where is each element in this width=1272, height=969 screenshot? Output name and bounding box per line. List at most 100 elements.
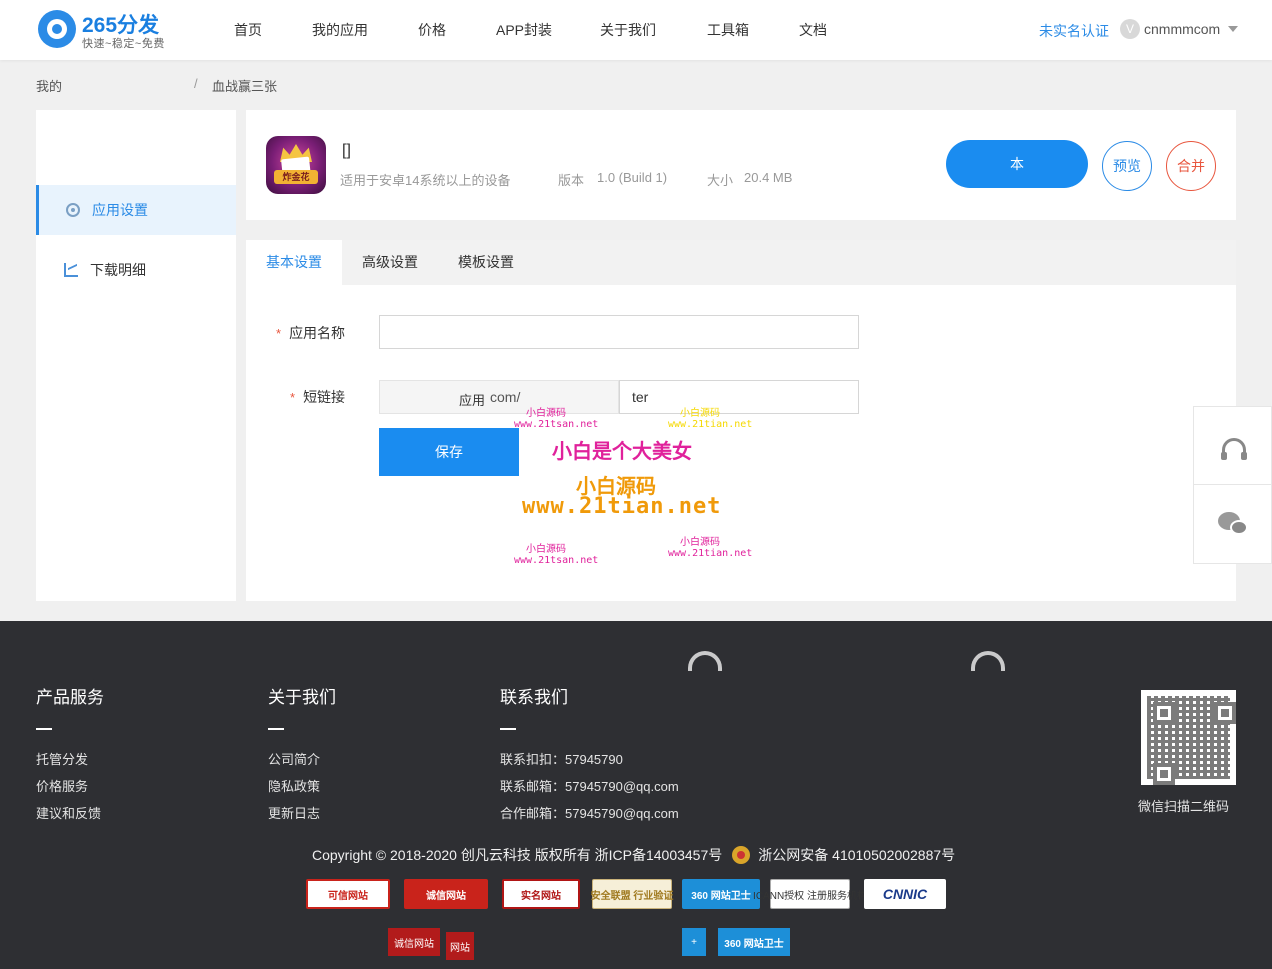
footer-link[interactable]: 价格服务 (36, 773, 104, 800)
footer-divider (268, 728, 284, 730)
verified-badge-icon: V (1120, 19, 1140, 39)
breadcrumb-current: 血战赢三张 (212, 79, 278, 94)
tab-advanced-settings[interactable]: 高级设置 (342, 240, 438, 285)
watermark-text: 小白源码 (526, 544, 566, 555)
shield-icon: + (682, 928, 706, 956)
tab-template-settings[interactable]: 模板设置 (438, 240, 534, 285)
footer-column-products: 产品服务 托管分发 价格服务 建议和反馈 (36, 683, 104, 827)
footer-link[interactable]: 公司简介 (268, 746, 336, 773)
decorative-arc-icon (971, 651, 1005, 671)
size-label: 大小 (707, 173, 734, 188)
nav-pricing[interactable]: 价格 (418, 20, 446, 40)
app-info-card: 炸金花 [] 适用于安卓14系统以上的设备 版本 1.0 (Build 1) 大… (246, 110, 1236, 220)
short-link-input[interactable]: ter (619, 380, 859, 414)
headset-icon (1220, 437, 1247, 460)
copyright-line: Copyright © 2018-2020 创凡云科技 版权所有 浙ICP备14… (312, 845, 955, 865)
settings-panel: 基本设置 高级设置 模板设置 * 应用名称 * 短链接 com/ ter 保存 小白… (246, 240, 1236, 601)
app-icon-label: 炸金花 (274, 170, 318, 184)
sidebar-item-downloads[interactable]: 下载明细 (36, 245, 236, 295)
app-name-input[interactable] (379, 315, 859, 349)
watermark-text: www.21tsan.net (514, 555, 599, 566)
cnnic-badge[interactable]: CNNIC (864, 879, 946, 909)
sidebar: 应用设置 下载明细 (36, 110, 236, 601)
footer-contact-qq: 联系扣扣：57945790 (500, 752, 623, 767)
nav-home[interactable]: 首页 (234, 20, 262, 40)
required-mark: * (276, 326, 282, 341)
logo-mark-icon (38, 10, 76, 48)
360-guard-badge-small[interactable]: 360 网站卫士 (718, 928, 790, 956)
gear-icon (66, 203, 80, 217)
icann-badge[interactable]: ICANN授权 注册服务机构 (753, 879, 867, 909)
footer-link[interactable]: 建议和反馈 (36, 800, 104, 827)
credit-site-badge[interactable]: 诚信网站 (404, 879, 488, 909)
site-badge-small[interactable]: 网站 (446, 932, 474, 960)
short-link-label: * 短链接 (290, 389, 346, 405)
watermark-text: www.21tian.net (668, 419, 753, 430)
settings-tabs: 基本设置 高级设置 模板设置 (246, 240, 1236, 285)
trusted-site-badge[interactable]: 可信网站 (306, 879, 390, 909)
version-label: 版本 (558, 173, 585, 188)
required-mark: * (290, 390, 296, 405)
save-button[interactable]: 保存 (379, 428, 519, 476)
police-record-text[interactable]: 浙公网安备 41010502002887号 (758, 845, 955, 865)
security-alliance-badge[interactable]: 安全联盟 行业验证 (591, 879, 673, 909)
footer-column-title: 关于我们 (268, 688, 336, 707)
police-emblem-icon (732, 846, 751, 864)
app-description: 适用于安卓14系统以上的设备 (340, 173, 511, 188)
credit-site-badge-small[interactable]: 诚信网站 (388, 928, 440, 956)
nav-about[interactable]: 关于我们 (600, 20, 656, 40)
short-link-prefix: com/ (379, 380, 619, 414)
watermark-text: www.21tsan.net (514, 419, 599, 430)
update-version-button[interactable]: 本 (946, 140, 1088, 188)
version-value: 1.0 (Build 1) (597, 170, 668, 185)
top-header: 265分发 快速~稳定~免费 首页 我的应用 价格 APP封装 关于我们 工具箱… (0, 0, 1272, 60)
site-logo[interactable]: 265分发 快速~稳定~免费 (38, 8, 178, 52)
footer-divider (500, 728, 516, 730)
nav-toolbox[interactable]: 工具箱 (707, 20, 749, 40)
360-guard-badge[interactable]: 360 网站卫士 (682, 879, 760, 909)
user-menu[interactable]: V cnmmmcom (1120, 19, 1239, 39)
sidebar-item-app-settings[interactable]: 应用设置 (36, 185, 236, 235)
preview-button[interactable]: 预览 (1102, 141, 1152, 191)
footer-link[interactable]: 托管分发 (36, 746, 104, 773)
floating-toolbar (1193, 406, 1272, 564)
tab-basic-settings[interactable]: 基本设置 (246, 240, 342, 285)
breadcrumb-root[interactable]: 我的 (36, 76, 62, 95)
sidebar-item-label: 应用设置 (92, 202, 148, 218)
footer-contact-email[interactable]: 联系邮箱：57945790@qq.com (500, 773, 679, 800)
watermark-ghost-text: 应用 (459, 393, 486, 408)
verify-link[interactable]: 未实名认证 (1039, 21, 1109, 41)
breadcrumb: 我的 / 血战赢三张 (36, 76, 277, 95)
decorative-arc-icon (688, 651, 722, 671)
breadcrumb-separator: / (194, 76, 198, 91)
footer-link[interactable]: 隐私政策 (268, 773, 336, 800)
wechat-icon (1217, 512, 1250, 538)
footer-column-contact: 联系我们 联系扣扣：57945790 联系邮箱：57945790@qq.com … (500, 683, 679, 827)
chart-icon (64, 263, 78, 277)
page-footer: 产品服务 托管分发 价格服务 建议和反馈 关于我们 公司简介 隐私政策 更新日志… (0, 621, 1272, 969)
watermark-text: 小白是个大美女 (552, 441, 692, 463)
footer-column-about: 关于我们 公司简介 隐私政策 更新日志 (268, 683, 336, 827)
footer-column-title: 产品服务 (36, 688, 104, 707)
footer-link[interactable]: 更新日志 (268, 800, 336, 827)
watermark-text: 小白源码 (680, 408, 720, 419)
watermark-text: www.21tian.net (668, 548, 753, 559)
chevron-down-icon (1228, 26, 1239, 32)
copyright-text: Copyright © 2018-2020 创凡云科技 版权所有 浙ICP备14… (312, 847, 723, 863)
watermark-text: 小白源码 (526, 408, 566, 419)
app-name-label: * 应用名称 (276, 325, 346, 341)
footer-column-title: 联系我们 (500, 688, 568, 707)
nav-my-apps[interactable]: 我的应用 (312, 20, 368, 40)
qr-caption: 微信扫描二维码 (1138, 799, 1230, 814)
username: cnmmmcom (1144, 21, 1221, 37)
wechat-button[interactable] (1194, 486, 1272, 564)
merge-button[interactable]: 合并 (1166, 141, 1216, 191)
app-icon: 炸金花 (266, 136, 326, 194)
realname-site-badge[interactable]: 实名网站 (502, 879, 580, 909)
wechat-qr-code (1141, 690, 1236, 785)
logo-subtitle: 快速~稳定~免费 (82, 38, 165, 50)
footer-business-email[interactable]: 合作邮箱：57945790@qq.com (500, 800, 679, 827)
nav-docs[interactable]: 文档 (799, 20, 827, 40)
nav-app-wrap[interactable]: APP封装 (496, 20, 552, 40)
customer-service-button[interactable] (1194, 407, 1272, 485)
